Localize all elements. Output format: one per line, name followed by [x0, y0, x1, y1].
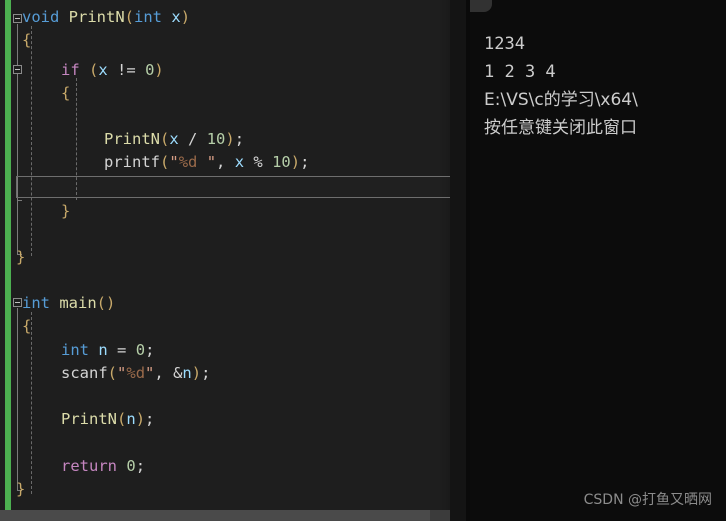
code-editor-pane[interactable]: void PrintN(int x) { if (x != 0) { Print…: [0, 0, 450, 521]
desktop-background-gap: [450, 0, 466, 521]
code-line-18[interactable]: PrintN(n);: [61, 408, 154, 431]
code-line-20[interactable]: return 0;: [61, 455, 145, 478]
code-line-11[interactable]: }: [16, 246, 25, 269]
editor-horizontal-scroll-thumb[interactable]: [0, 510, 430, 521]
code-line-1[interactable]: void PrintN(int x): [22, 6, 190, 29]
code-line-13[interactable]: int main(): [22, 292, 115, 315]
code-line-6[interactable]: PrintN(x / 10);: [104, 128, 244, 151]
code-line-3[interactable]: if (x != 0): [61, 59, 164, 82]
code-line-9[interactable]: }: [61, 200, 70, 223]
console-line-4: 按任意键关闭此窗口: [484, 118, 637, 138]
code-line-7[interactable]: printf("%d ", x % 10);: [104, 151, 309, 174]
console-line-3: E:\VS\c的学习\x64\: [484, 90, 638, 110]
console-line-2: 1 2 3 4: [484, 62, 556, 82]
console-output-body[interactable]: 1234 1 2 3 4 E:\VS\c的学习\x64\ 按任意键关闭此窗口: [466, 22, 726, 502]
code-line-15[interactable]: int n = 0;: [61, 339, 154, 362]
editor-horizontal-scrollbar[interactable]: [0, 510, 450, 521]
screen-root: void PrintN(int x) { if (x != 0) { Print…: [0, 0, 726, 521]
code-line-2[interactable]: {: [22, 29, 31, 52]
csdn-watermark: CSDN @打鱼又晒网: [583, 492, 712, 508]
code-line-14[interactable]: {: [22, 315, 31, 338]
code-text-surface[interactable]: void PrintN(int x) { if (x != 0) { Print…: [0, 0, 450, 521]
code-line-21[interactable]: }: [16, 478, 25, 501]
console-line-1: 1234: [484, 34, 525, 54]
console-output-window[interactable]: 1234 1 2 3 4 E:\VS\c的学习\x64\ 按任意键关闭此窗口 C…: [466, 0, 726, 521]
code-line-4[interactable]: {: [61, 82, 70, 105]
code-line-16[interactable]: scanf("%d", &n);: [61, 362, 210, 385]
